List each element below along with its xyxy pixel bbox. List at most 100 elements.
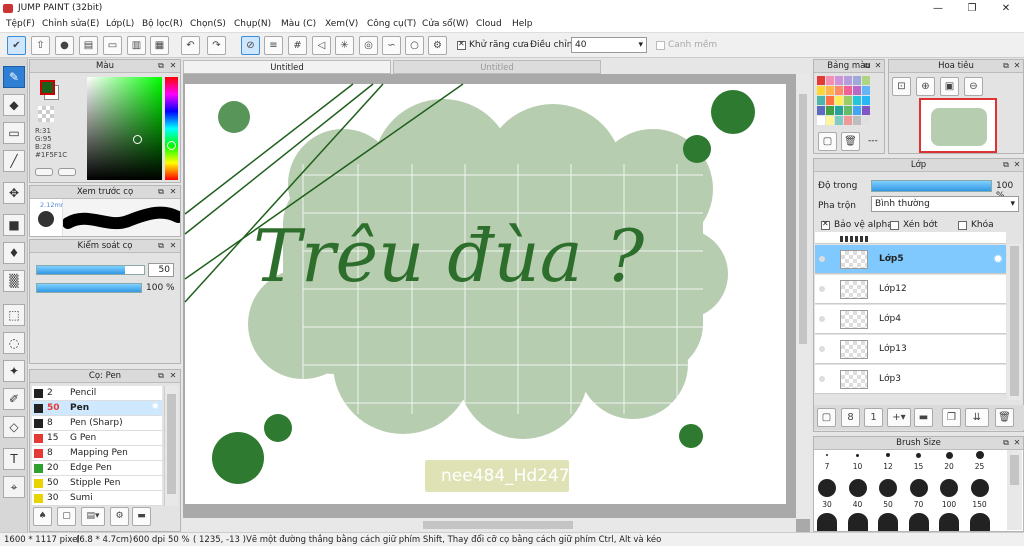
palette-swatch[interactable] (826, 86, 834, 95)
float-icon[interactable]: ⧉ (1001, 160, 1011, 170)
palette-swatch[interactable] (862, 116, 870, 125)
protect-alpha-checkbox[interactable] (821, 219, 830, 230)
close-panel-icon[interactable]: ✕ (1012, 61, 1022, 71)
select-eraser-tool-icon[interactable]: ◇ (3, 416, 25, 438)
brush-menu-icon[interactable]: ▤▾ (81, 507, 105, 526)
cloud-sync-icon[interactable]: ✔ (7, 36, 26, 55)
move-tool-icon[interactable]: ✥ (3, 182, 25, 204)
eyedropper-tool-icon[interactable]: ⌖ (3, 476, 25, 498)
brush-settings-icon[interactable]: ⚙ (110, 507, 129, 526)
brush-item[interactable]: 20 Edge Pen (32, 461, 162, 476)
visibility-toggle-icon[interactable] (819, 376, 825, 382)
close-panel-icon[interactable]: ✕ (873, 61, 883, 71)
concentric-icon[interactable]: ◎ (359, 36, 378, 55)
clip-checkbox[interactable] (890, 221, 899, 230)
brush-size-dot[interactable] (940, 479, 958, 497)
grid-settings-icon[interactable]: ▦ (150, 36, 169, 55)
delete-color-icon[interactable]: 🗑 (841, 132, 860, 151)
menu-filter[interactable]: Bộ lọc(R) (142, 19, 183, 29)
menu-cloud[interactable]: Cloud (476, 19, 502, 29)
palette-swatch[interactable] (862, 96, 870, 105)
palette-swatch[interactable] (835, 86, 843, 95)
layer-row[interactable]: Lớp4 (815, 305, 1006, 334)
palette-swatch[interactable] (853, 86, 861, 95)
visibility-toggle-icon[interactable] (819, 256, 825, 262)
no-snap-icon[interactable]: ⊘ (241, 36, 260, 55)
tab-inactive[interactable]: Untitled (393, 60, 601, 74)
text-tool-icon[interactable]: T (3, 448, 25, 470)
brush-size-dot[interactable] (969, 513, 990, 531)
brush-item[interactable]: 30 Sumi (32, 491, 162, 506)
layer-folder-icon[interactable]: ▬ (914, 408, 933, 427)
layer-row[interactable]: Lớp12 (815, 275, 1006, 304)
blend-mode-select[interactable]: Bình thường ▾ (871, 196, 1019, 212)
close-panel-icon[interactable]: ✕ (1012, 438, 1022, 448)
palette-swatch[interactable] (835, 96, 843, 105)
palette-swatch[interactable] (844, 76, 852, 85)
bucket-tool-icon[interactable]: ♦ (3, 242, 25, 264)
menu-select[interactable]: Chọn(S) (190, 19, 226, 29)
float-icon[interactable]: ⧉ (156, 61, 166, 71)
close-panel-icon[interactable]: ✕ (168, 187, 178, 197)
line-tool-icon[interactable]: ╱ (3, 150, 25, 172)
brush-item[interactable]: 50 Pen ✹ (32, 401, 162, 416)
lasso-tool-icon[interactable]: ◌ (3, 332, 25, 354)
layer-opacity-slider[interactable] (871, 180, 992, 192)
brush-size-dot[interactable] (879, 479, 897, 497)
new-layer-icon[interactable]: ▢ (817, 408, 836, 427)
menu-capture[interactable]: Chụp(N) (234, 19, 271, 29)
delete-layer-icon[interactable]: 🗑 (995, 408, 1014, 427)
palette-swatch[interactable] (844, 116, 852, 125)
zoom-out-icon[interactable]: ⊖ (964, 77, 983, 96)
pen-tool-icon[interactable]: ✎ (3, 66, 25, 88)
undo-icon[interactable]: ↶ (181, 36, 200, 55)
close-button[interactable]: ✕ (989, 0, 1023, 17)
palette-swatch[interactable] (817, 86, 825, 95)
merge-layer-icon[interactable]: ⇊ (965, 408, 989, 427)
gradient-tool-icon[interactable]: ▒ (3, 270, 25, 292)
palette-swatch[interactable] (862, 76, 870, 85)
brush-size-dot[interactable] (818, 479, 836, 497)
lock-checkbox[interactable] (958, 221, 967, 230)
duplicate-layer-icon[interactable]: ❐ (942, 408, 961, 427)
float-icon[interactable]: ⧉ (862, 61, 872, 71)
snap-checkbox[interactable] (656, 41, 665, 50)
menu-layer[interactable]: Lớp(L) (106, 19, 134, 29)
speech-bubble-icon[interactable]: ● (55, 36, 74, 55)
palette-swatch[interactable] (844, 106, 852, 115)
layer-scroll-thumb[interactable] (1010, 246, 1019, 396)
brush-size-slider[interactable] (36, 265, 145, 275)
float-icon[interactable]: ⧉ (156, 371, 166, 381)
palette-swatch[interactable] (826, 96, 834, 105)
scroll-thumb[interactable] (167, 394, 176, 494)
close-panel-icon[interactable]: ✕ (168, 371, 178, 381)
float-icon[interactable]: ⧉ (1001, 61, 1011, 71)
hscroll-thumb[interactable] (423, 521, 573, 529)
eraser-tool-icon[interactable]: ◆ (3, 94, 25, 116)
menu-color[interactable]: Màu (C) (281, 19, 316, 29)
close-panel-icon[interactable]: ✕ (168, 241, 178, 251)
brush-folder-icon[interactable]: ▬ (132, 507, 151, 526)
palette-more-icon[interactable]: --- (868, 136, 878, 146)
color-mode-button[interactable] (35, 168, 53, 176)
tab-active[interactable]: Untitled (183, 60, 391, 74)
new-brush-icon[interactable]: ▢ (57, 507, 76, 526)
maximize-button[interactable]: ❐ (955, 0, 989, 17)
add-color-icon[interactable]: ▢ (818, 132, 837, 151)
antialias-checkbox[interactable] (457, 39, 466, 50)
fill-rect-tool-icon[interactable]: ■ (3, 214, 25, 236)
brush-item[interactable]: 2 Pencil (32, 386, 162, 401)
visibility-toggle-icon[interactable] (819, 316, 825, 322)
navigator-thumbnail[interactable] (919, 98, 997, 153)
palette-swatch[interactable] (835, 106, 843, 115)
layer-settings-gear-icon[interactable]: ✹ (993, 252, 1003, 266)
document-icon[interactable]: ▥ (127, 36, 146, 55)
palette-swatch[interactable] (826, 106, 834, 115)
brush-add-icon[interactable]: ♠ (33, 507, 52, 526)
brush-opacity-slider[interactable] (36, 283, 142, 293)
close-panel-icon[interactable]: ✕ (168, 61, 178, 71)
share-icon[interactable]: ⇧ (31, 36, 50, 55)
menu-edit[interactable]: Chỉnh sửa(E) (42, 19, 99, 29)
rect-select-tool-icon[interactable]: ⬚ (3, 304, 25, 326)
brush-size-dot[interactable] (817, 513, 837, 531)
